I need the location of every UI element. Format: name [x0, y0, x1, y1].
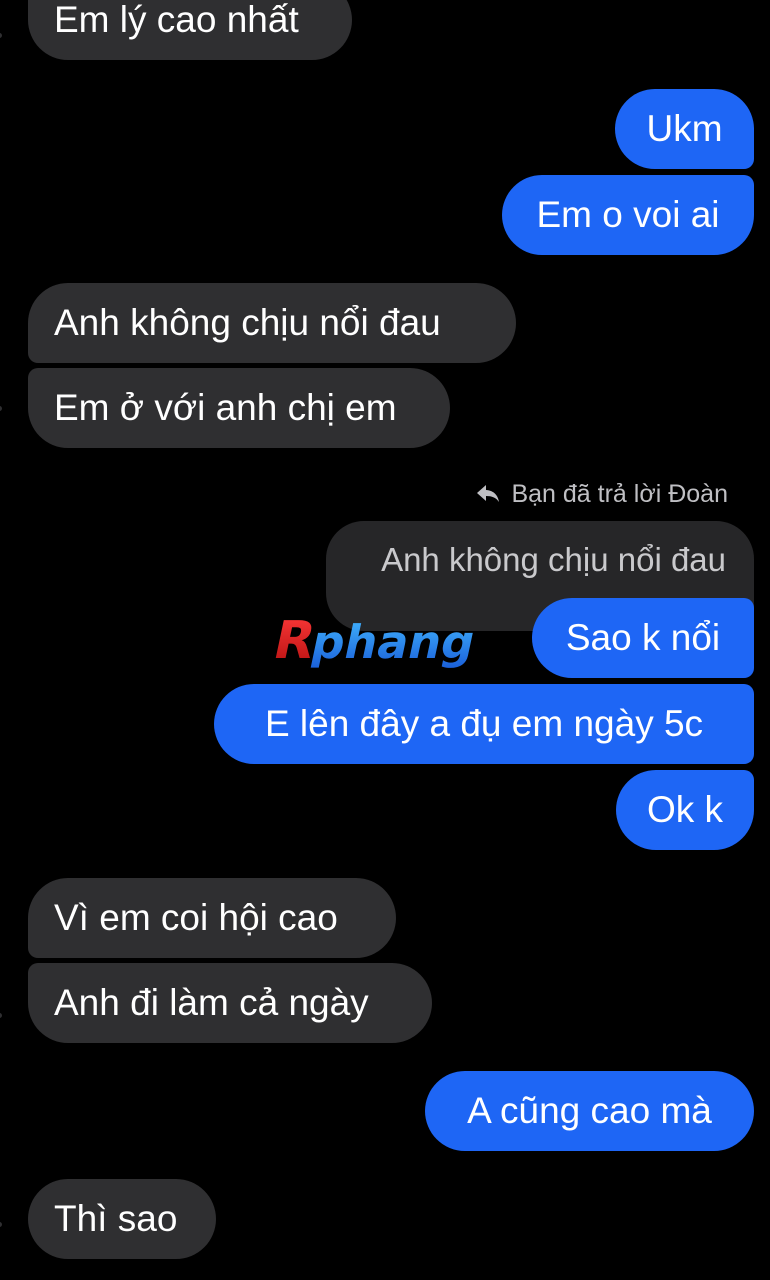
outgoing-message[interactable]: Em o voi ai [502, 175, 754, 255]
outgoing-message[interactable]: Sao k nổi [532, 598, 754, 678]
reply-arrow-icon [477, 485, 500, 502]
incoming-message[interactable]: Anh không chịu nổi đau [28, 283, 516, 363]
incoming-message[interactable]: Vì em coi hội cao [28, 878, 396, 958]
incoming-message[interactable]: Anh đi làm cả ngày [28, 963, 432, 1043]
avatar-edge [0, 1222, 2, 1227]
svg-text:phang: phang [307, 615, 481, 668]
outgoing-message[interactable]: Ukm [615, 89, 754, 169]
outgoing-message[interactable]: A cũng cao mà [425, 1071, 754, 1151]
incoming-message[interactable]: Em ở với anh chị em [28, 368, 450, 448]
reply-indicator: Bạn đã trả lời Đoàn [475, 478, 728, 510]
avatar-edge [0, 406, 2, 411]
incoming-message[interactable]: Em lý cao nhất [28, 0, 352, 60]
reply-meta-text: Bạn đã trả lời Đoàn [511, 480, 728, 508]
outgoing-message[interactable]: Ok k [616, 770, 754, 850]
avatar-edge [0, 1013, 2, 1018]
incoming-message[interactable]: Thì sao [28, 1179, 216, 1259]
watermark-logo: R phang [268, 611, 481, 668]
outgoing-message[interactable]: E lên đây a đụ em ngày 5c [214, 684, 754, 764]
avatar-edge [0, 33, 2, 38]
